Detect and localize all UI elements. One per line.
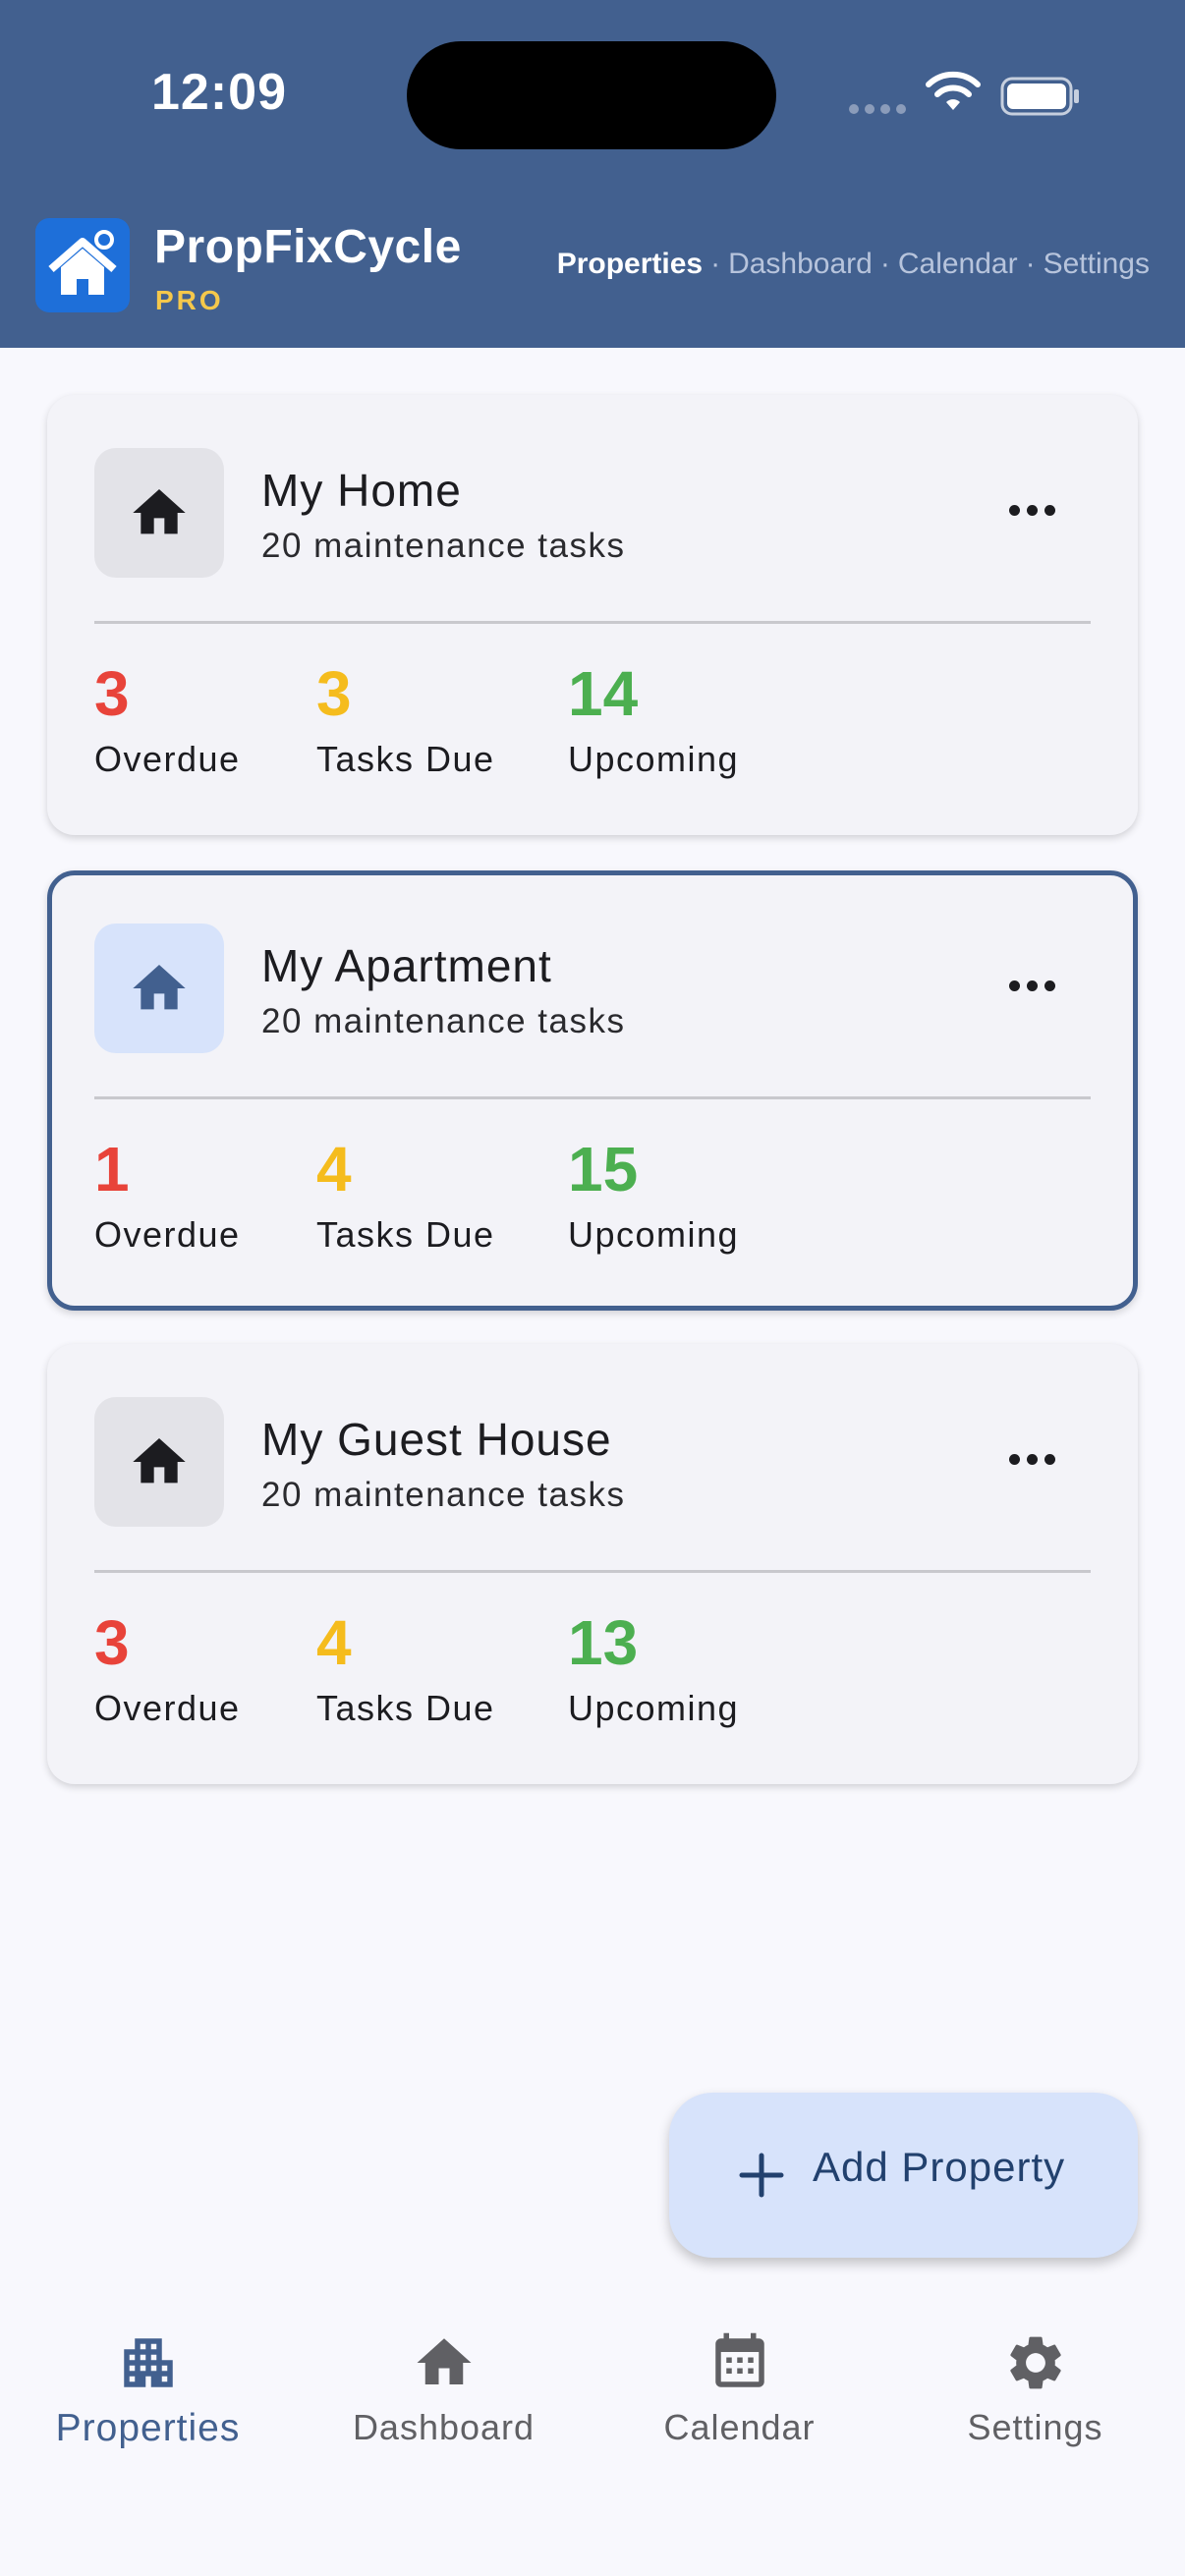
due-count: 4 — [316, 1134, 352, 1204]
home-icon — [133, 489, 186, 534]
property-task-count: 20 maintenance tasks — [261, 527, 626, 565]
property-task-count: 20 maintenance tasks — [261, 1002, 626, 1040]
plus-icon — [739, 2153, 784, 2198]
app-logo — [35, 218, 130, 312]
upcoming-label: Upcoming — [568, 1214, 740, 1255]
stat-overdue: 3 Overdue — [94, 1611, 241, 1729]
property-name: My Home — [261, 465, 462, 516]
due-label: Tasks Due — [316, 1214, 495, 1255]
property-name: My Apartment — [261, 940, 552, 991]
overdue-label: Overdue — [94, 739, 241, 779]
upcoming-label: Upcoming — [568, 1688, 740, 1728]
card-divider — [94, 621, 1091, 624]
topnav-calendar[interactable]: Calendar — [898, 248, 1018, 281]
topnav-separator: · — [1025, 248, 1036, 280]
home-icon — [133, 1438, 186, 1484]
stat-overdue: 1 Overdue — [94, 1138, 241, 1256]
upcoming-label: Upcoming — [568, 739, 740, 779]
tab-properties[interactable]: Properties — [0, 2293, 296, 2490]
tab-label: Properties — [55, 2407, 241, 2449]
overdue-label: Overdue — [94, 1688, 241, 1728]
app-name: PropFixCycle — [154, 221, 462, 273]
tab-label: Settings — [967, 2407, 1103, 2447]
dynamic-island — [407, 41, 776, 149]
apartment-building-icon — [123, 2338, 173, 2387]
bottom-navigation: Properties Dashboard Calendar Settings — [0, 2293, 1185, 2576]
status-time: 12:09 — [151, 64, 287, 121]
topnav-separator: · — [879, 248, 890, 280]
stat-upcoming: 14 Upcoming — [568, 662, 739, 780]
top-nav: Properties · Dashboard · Calendar · Sett… — [557, 248, 1150, 281]
wifi-icon — [926, 71, 981, 110]
stat-due: 4 Tasks Due — [316, 1611, 495, 1729]
pro-badge: PRO — [155, 285, 224, 315]
topnav-separator: · — [710, 248, 721, 280]
tab-label: Dashboard — [352, 2407, 536, 2447]
overdue-label: Overdue — [94, 1214, 241, 1255]
cellular-signal-icon — [849, 104, 906, 114]
due-label: Tasks Due — [316, 1688, 495, 1728]
home-icon — [417, 2338, 471, 2384]
overdue-count: 1 — [94, 1134, 130, 1204]
home-icon — [133, 965, 186, 1010]
stat-upcoming: 15 Upcoming — [568, 1138, 739, 1256]
stat-overdue: 3 Overdue — [94, 662, 241, 780]
topnav-settings[interactable]: Settings — [1044, 248, 1150, 281]
card-divider — [94, 1570, 1091, 1573]
app-header: 12:09 PropFixCycle PRO Properties · Dash… — [0, 0, 1185, 348]
upcoming-count: 14 — [568, 658, 639, 729]
property-card-my-apartment[interactable]: My Apartment 20 maintenance tasks 1 Over… — [47, 870, 1138, 1311]
add-property-label: Add Property — [813, 2144, 1066, 2190]
more-options-icon[interactable] — [1009, 1454, 1055, 1465]
gear-icon — [1009, 2336, 1061, 2389]
property-icon — [94, 924, 224, 1053]
card-divider — [94, 1096, 1091, 1099]
tab-calendar[interactable]: Calendar — [592, 2293, 887, 2490]
more-options-icon[interactable] — [1009, 980, 1055, 991]
property-icon — [94, 1397, 224, 1527]
more-options-icon[interactable] — [1009, 505, 1055, 516]
battery-icon — [1000, 77, 1079, 116]
stat-due: 3 Tasks Due — [316, 662, 495, 780]
stat-upcoming: 13 Upcoming — [568, 1611, 739, 1729]
property-card-my-guest-house[interactable]: My Guest House 20 maintenance tasks 3 Ov… — [47, 1344, 1138, 1784]
topnav-dashboard[interactable]: Dashboard — [728, 248, 873, 281]
overdue-count: 3 — [94, 658, 130, 729]
property-task-count: 20 maintenance tasks — [261, 1476, 626, 1514]
property-icon — [94, 448, 224, 578]
due-label: Tasks Due — [316, 739, 495, 779]
property-card-my-home[interactable]: My Home 20 maintenance tasks 3 Overdue 3… — [47, 395, 1138, 835]
due-count: 3 — [316, 658, 352, 729]
tab-dashboard[interactable]: Dashboard — [296, 2293, 592, 2490]
overdue-count: 3 — [94, 1607, 130, 1678]
add-property-button[interactable]: Add Property — [669, 2093, 1138, 2258]
upcoming-count: 15 — [568, 1134, 639, 1204]
stat-due: 4 Tasks Due — [316, 1138, 495, 1256]
due-count: 4 — [316, 1607, 352, 1678]
property-name: My Guest House — [261, 1414, 612, 1465]
upcoming-count: 13 — [568, 1607, 639, 1678]
tab-settings[interactable]: Settings — [887, 2293, 1183, 2490]
topnav-properties[interactable]: Properties — [557, 248, 703, 281]
tab-label: Calendar — [663, 2407, 816, 2447]
calendar-icon — [714, 2332, 764, 2387]
